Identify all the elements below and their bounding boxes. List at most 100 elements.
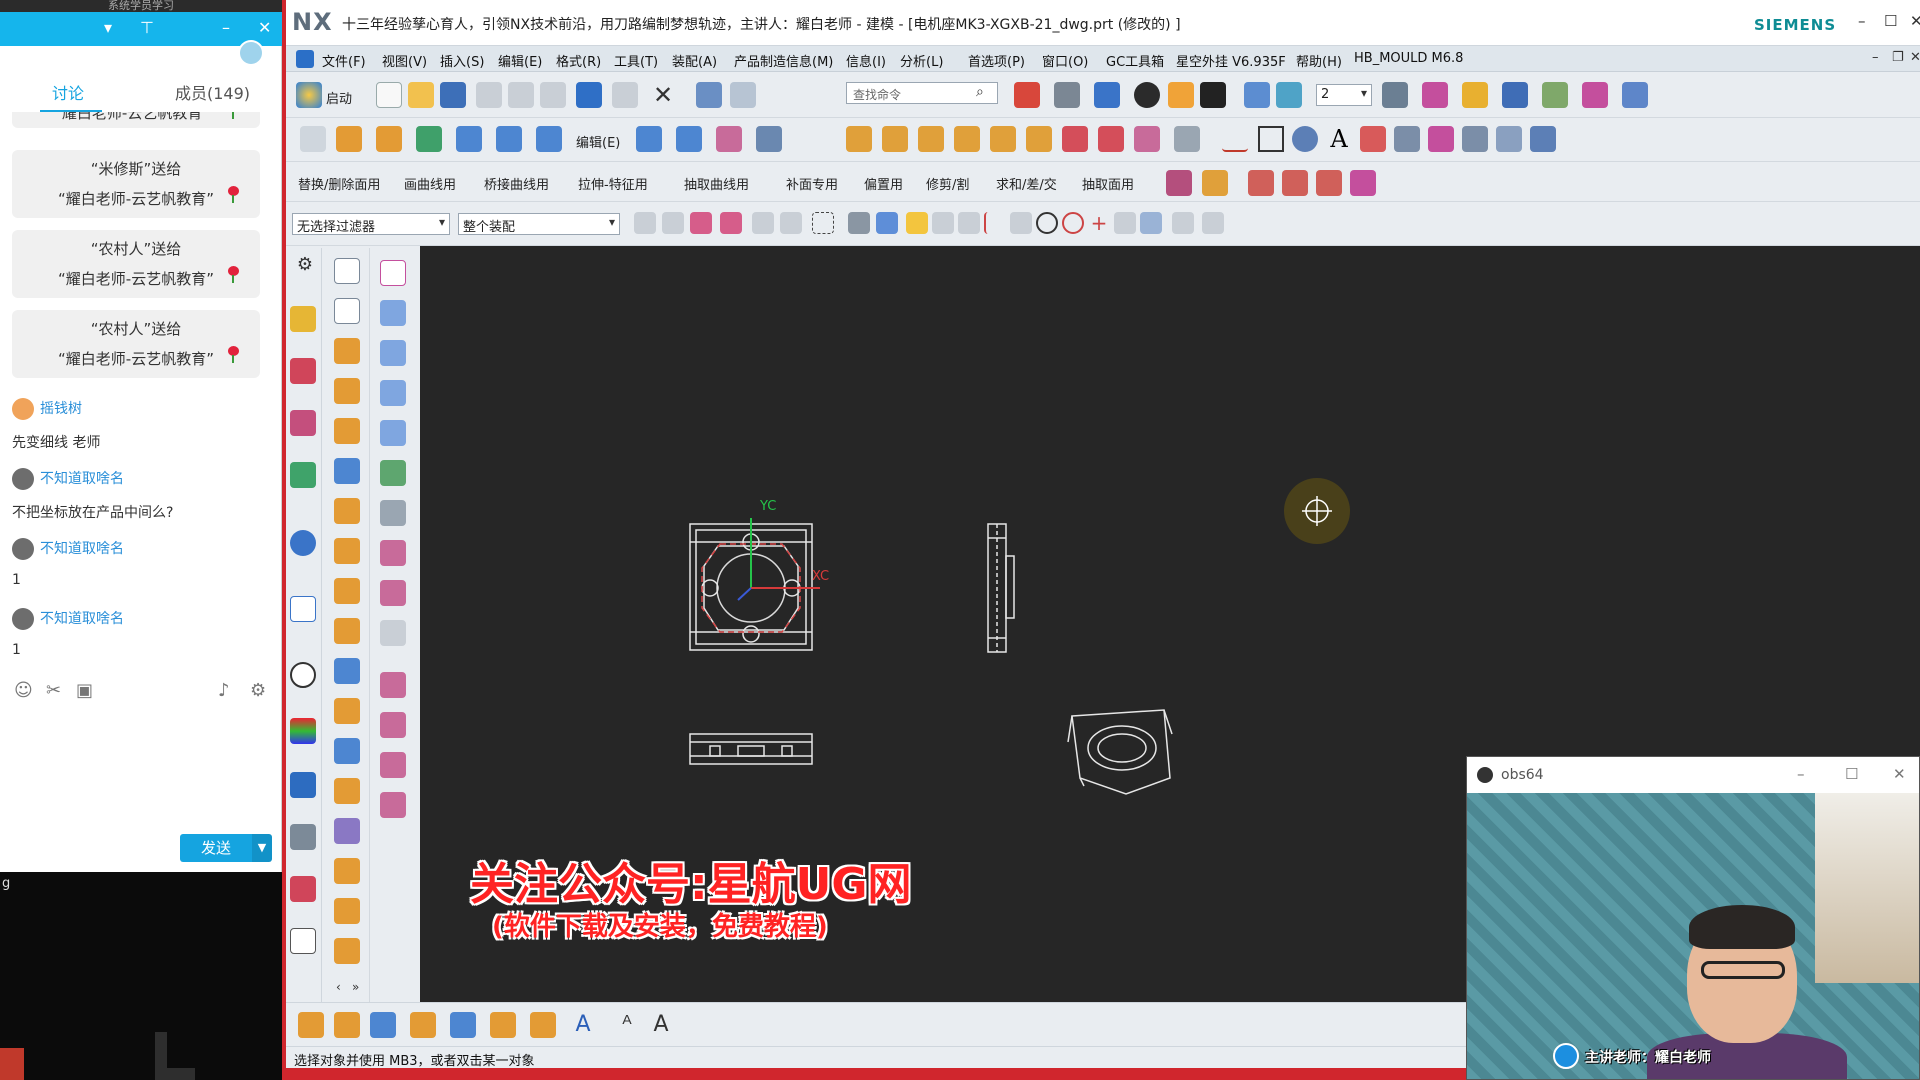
save-icon[interactable]: [440, 82, 466, 108]
surface-tool-5-icon[interactable]: [1316, 170, 1342, 196]
tool-h-icon[interactable]: [334, 618, 360, 644]
mold-tool-5-icon[interactable]: [990, 126, 1016, 152]
redo-icon[interactable]: [612, 82, 638, 108]
pattern-icon[interactable]: [756, 126, 782, 152]
tool-a-icon[interactable]: [334, 338, 360, 364]
toolbar-group-patch-face[interactable]: 补面专用: [786, 174, 838, 193]
close-icon[interactable]: ✕: [258, 18, 271, 38]
dimension-icon[interactable]: [1622, 82, 1648, 108]
fit-view-icon[interactable]: [1014, 82, 1040, 108]
maximize-icon[interactable]: ☐: [1845, 765, 1858, 783]
surface-h-icon[interactable]: [380, 540, 406, 566]
project-curve-icon[interactable]: [1394, 126, 1420, 152]
doc-minimize-icon[interactable]: –: [1872, 50, 1879, 65]
move-object-icon[interactable]: [1462, 82, 1488, 108]
cut-icon[interactable]: [476, 82, 502, 108]
select-face-icon[interactable]: [780, 212, 802, 234]
bottom-tool-7-icon[interactable]: [530, 1012, 556, 1038]
tool-k-icon[interactable]: [334, 738, 360, 764]
section-view-icon[interactable]: [1244, 82, 1270, 108]
render-style-icon[interactable]: [1054, 82, 1080, 108]
menu-assembly[interactable]: 装配(A): [672, 51, 717, 70]
snap-grid-icon[interactable]: [1172, 212, 1194, 234]
search-icon[interactable]: ⌕: [976, 84, 984, 100]
offset-curve-icon[interactable]: [1428, 126, 1454, 152]
mold-tool-9-icon[interactable]: [1134, 126, 1160, 152]
mold-tool-2-icon[interactable]: [882, 126, 908, 152]
layout-icon[interactable]: [334, 258, 360, 284]
toolbar-group-bridge-curve[interactable]: 桥接曲线用: [484, 174, 549, 193]
nx-app-icon[interactable]: [296, 50, 314, 68]
snap-point-icon[interactable]: +: [1088, 212, 1110, 234]
message-user[interactable]: 不知道取啥名: [12, 468, 124, 490]
menu-gc-toolkit[interactable]: GC工具箱: [1106, 51, 1164, 70]
menu-window[interactable]: 窗口(O): [1042, 51, 1088, 70]
part-navigator-icon[interactable]: [290, 410, 316, 436]
menu-info[interactable]: 信息(I): [846, 51, 886, 70]
menu-plugin[interactable]: 星空外挂 V6.935F: [1176, 51, 1286, 70]
unite-icon[interactable]: [496, 126, 522, 152]
bottom-tool-4-icon[interactable]: [410, 1012, 436, 1038]
extrude-icon[interactable]: [336, 126, 362, 152]
history-icon[interactable]: [290, 662, 316, 688]
copy-icon[interactable]: [508, 82, 534, 108]
start-icon[interactable]: [296, 82, 322, 108]
bottom-tool-2-icon[interactable]: [334, 1012, 360, 1038]
username[interactable]: 不知道取啥名: [40, 611, 124, 627]
snap-tangent-icon[interactable]: [1114, 212, 1136, 234]
snap-curve-icon[interactable]: [1010, 212, 1032, 234]
doc-restore-icon[interactable]: ❐: [1892, 50, 1904, 65]
username[interactable]: 不知道取啥名: [40, 471, 124, 487]
background-icon[interactable]: [1168, 82, 1194, 108]
datum-icon[interactable]: [416, 126, 442, 152]
select-component-icon[interactable]: [690, 212, 712, 234]
gear-icon[interactable]: ⚙: [250, 680, 266, 701]
menu-preferences[interactable]: 首选项(P): [968, 51, 1025, 70]
select-curve-icon[interactable]: [752, 212, 774, 234]
assembly-navigator-icon[interactable]: [290, 306, 316, 332]
message-user[interactable]: 不知道取啥名: [12, 608, 124, 630]
tool-g-icon[interactable]: [334, 578, 360, 604]
snap-endpoint-icon[interactable]: [906, 212, 928, 234]
group-avatar[interactable]: [238, 40, 264, 66]
snap-control-icon[interactable]: [958, 212, 980, 234]
tool-m-icon[interactable]: [334, 818, 360, 844]
text-style-icon[interactable]: A: [648, 1012, 674, 1038]
menu-help[interactable]: 帮助(H): [1296, 51, 1342, 70]
surface-a-icon[interactable]: [380, 260, 406, 286]
wcs-icon[interactable]: [1422, 82, 1448, 108]
menu-format[interactable]: 格式(R): [556, 51, 601, 70]
message-user[interactable]: 不知道取啥名: [12, 538, 124, 560]
tab-members[interactable]: 成员(149): [175, 80, 250, 104]
mold-tool-6-icon[interactable]: [1026, 126, 1052, 152]
surface-g-icon[interactable]: [380, 500, 406, 526]
surface-tool-6-icon[interactable]: [1350, 170, 1376, 196]
surface-n-icon[interactable]: [380, 792, 406, 818]
snap-reset-icon[interactable]: [1202, 212, 1224, 234]
web-browser-icon[interactable]: [290, 596, 316, 622]
orient-view-icon[interactable]: [1094, 82, 1120, 108]
tool-d-icon[interactable]: [334, 458, 360, 484]
voice-icon[interactable]: ♪: [218, 680, 230, 701]
chat-message-list[interactable]: 耀白老师-云艺帆教育” “米修斯”送给 “耀白老师-云艺帆教育” “农村人”送给…: [0, 112, 282, 672]
select-feature-icon[interactable]: [662, 212, 684, 234]
tool-c-icon[interactable]: [334, 418, 360, 444]
chevron-down-icon[interactable]: ▾: [104, 18, 112, 38]
display-edit-icon[interactable]: [1200, 82, 1226, 108]
scroll-left-icon[interactable]: ‹: [336, 980, 341, 994]
select-body-icon[interactable]: [848, 212, 870, 234]
part-front-view[interactable]: [689, 733, 813, 765]
desktop-icon[interactable]: [0, 1048, 24, 1080]
delete-icon[interactable]: ✕: [650, 82, 676, 108]
select-all-icon[interactable]: [720, 212, 742, 234]
snap-midpoint-icon[interactable]: [932, 212, 954, 234]
mold-tool-4-icon[interactable]: [954, 126, 980, 152]
mold-tool-3-icon[interactable]: [918, 126, 944, 152]
tool-o-icon[interactable]: [334, 898, 360, 924]
toolbar-group-extract-curve[interactable]: 抽取曲线用: [684, 174, 749, 193]
part-side-view[interactable]: [987, 523, 1015, 653]
mold-tool-8-icon[interactable]: [1098, 126, 1124, 152]
toolbar-group-offset[interactable]: 偏置用: [864, 174, 903, 193]
message-user[interactable]: 摇钱树: [12, 398, 82, 420]
toolbar-group-trim-split[interactable]: 修剪/割: [926, 174, 969, 193]
